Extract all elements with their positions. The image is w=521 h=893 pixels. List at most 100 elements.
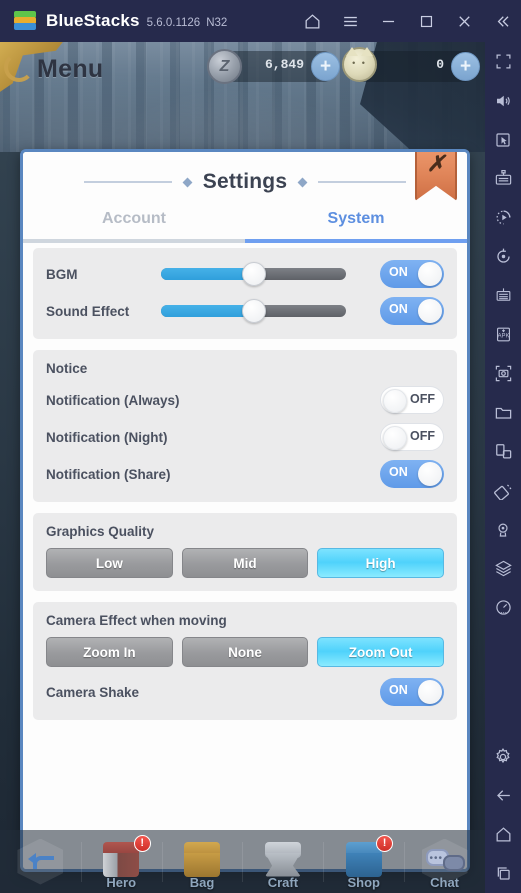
notice-settings-card: Notice Notification (Always) OFF Notific… <box>33 350 457 502</box>
hamburger-menu-icon[interactable] <box>331 0 369 42</box>
game-controls-icon[interactable] <box>485 159 521 198</box>
cat-token-icon: • • <box>342 47 377 82</box>
sync-rotate-icon[interactable] <box>485 237 521 276</box>
panel-title-row: Settings <box>23 160 467 204</box>
nav-item-bag[interactable]: Bag <box>161 830 243 893</box>
bluestacks-sidebar: APK <box>485 42 521 893</box>
titlebar-buttons <box>293 0 521 42</box>
nav-back-button[interactable] <box>0 830 81 893</box>
nav-label-craft: Craft <box>267 875 299 890</box>
notification-share-state: ON <box>389 465 408 479</box>
title-divider-left <box>83 181 172 183</box>
bgm-toggle-label: ON <box>389 265 408 279</box>
nav-label-chat: Chat <box>430 875 459 890</box>
android-recents-icon[interactable] <box>485 854 521 893</box>
instance-name: N32 <box>206 16 228 29</box>
tab-system[interactable]: System <box>245 207 467 243</box>
minimize-icon[interactable] <box>369 0 407 42</box>
title-divider-right <box>318 181 407 183</box>
notification-night-row: Notification (Night) OFF <box>46 422 444 452</box>
add-cat-token-button[interactable]: + <box>451 52 480 81</box>
notification-share-row: Notification (Share) ON <box>46 459 444 489</box>
multi-instance-icon[interactable] <box>485 432 521 471</box>
screenshot-icon[interactable] <box>485 354 521 393</box>
nav-label-bag: Bag <box>189 875 215 890</box>
camera-shake-state: ON <box>389 683 408 697</box>
notice-card-title: Notice <box>46 361 88 376</box>
notification-night-toggle[interactable]: OFF <box>380 423 444 451</box>
fullscreen-icon[interactable] <box>485 42 521 81</box>
notification-share-toggle[interactable]: ON <box>380 460 444 488</box>
nav-item-shop[interactable]: ! Shop <box>323 830 404 893</box>
diamond-ornament-icon <box>182 177 193 187</box>
diamond-ornament-icon <box>297 177 308 187</box>
settings-title: Settings <box>202 170 288 193</box>
sound-effect-label: Sound Effect <box>46 303 130 319</box>
bgm-toggle[interactable]: ON <box>380 260 444 288</box>
tab-account[interactable]: Account <box>23 207 245 243</box>
sound-effect-toggle[interactable]: ON <box>380 297 444 325</box>
bgm-slider[interactable] <box>161 262 346 286</box>
notification-always-toggle[interactable]: OFF <box>380 386 444 414</box>
sound-effect-slider[interactable] <box>161 299 346 323</box>
graphics-option-high[interactable]: High <box>317 548 445 578</box>
real-time-translation-icon[interactable] <box>485 276 521 315</box>
camera-effect-card: Camera Effect when moving Zoom In None Z… <box>33 602 457 720</box>
shop-badge: ! <box>376 835 394 852</box>
notification-night-state: OFF <box>410 429 435 443</box>
graphics-option-low[interactable]: Low <box>46 548 173 578</box>
game-viewport: Menu Z 6,849 + • • 0 + Settings ✗ Accoun… <box>0 42 485 893</box>
graphics-options: Low Mid High <box>46 548 445 578</box>
camera-options: Zoom In None Zoom Out <box>46 637 445 667</box>
coin-value: 6,849 <box>264 57 304 72</box>
bgm-row: BGM ON <box>46 259 444 289</box>
camera-option-none[interactable]: None <box>181 637 309 667</box>
android-home-icon[interactable] <box>485 815 521 854</box>
settings-gear-icon[interactable] <box>485 737 521 776</box>
nav-label-hero: Hero <box>106 875 137 890</box>
media-folder-icon[interactable] <box>485 393 521 432</box>
tab-account-label: Account <box>102 210 166 227</box>
close-icon: ✗ <box>426 151 446 176</box>
cat-token-value: 0 <box>436 57 444 72</box>
sound-effect-row: Sound Effect ON <box>46 296 444 326</box>
settings-content[interactable]: BGM ON Sound Effect ON Notice Notificati… <box>33 248 457 861</box>
game-header-bar: Menu Z 6,849 + • • 0 + <box>0 42 485 100</box>
notification-always-label: Notification (Always) <box>46 392 180 408</box>
close-panel-button[interactable]: ✗ <box>415 151 457 201</box>
camera-option-zoom-in[interactable]: Zoom In <box>46 637 173 667</box>
performance-meter-icon[interactable] <box>485 588 521 627</box>
nav-item-chat[interactable]: ••• Chat <box>404 830 485 893</box>
graphics-option-mid[interactable]: Mid <box>181 548 309 578</box>
home-icon[interactable] <box>293 0 331 42</box>
camera-option-zoom-out[interactable]: Zoom Out <box>317 637 445 667</box>
tab-system-label: System <box>327 210 385 227</box>
location-icon[interactable] <box>485 510 521 549</box>
bgm-label: BGM <box>46 266 78 282</box>
notification-share-label: Notification (Share) <box>46 466 171 482</box>
page-title: Menu <box>37 55 104 83</box>
nav-label-shop: Shop <box>347 875 380 890</box>
install-apk-icon[interactable]: APK <box>485 315 521 354</box>
back-arrow-icon <box>28 852 55 872</box>
bottom-navigation-bar: ! Hero Bag Craft ! Shop ••• Chat <box>0 830 485 893</box>
camera-card-title: Camera Effect when moving <box>46 613 227 628</box>
macro-record-icon[interactable] <box>485 198 521 237</box>
camera-shake-label: Camera Shake <box>46 684 140 700</box>
camera-shake-toggle[interactable]: ON <box>380 678 444 706</box>
cursor-pointer-icon[interactable] <box>485 120 521 159</box>
nav-item-hero[interactable]: ! Hero <box>80 830 162 893</box>
close-icon[interactable] <box>445 0 483 42</box>
app-name: BlueStacks <box>46 11 140 30</box>
eco-mode-icon[interactable] <box>485 471 521 510</box>
layers-icon[interactable] <box>485 549 521 588</box>
android-back-icon[interactable] <box>485 776 521 815</box>
nav-item-craft[interactable]: Craft <box>242 830 323 893</box>
volume-icon[interactable] <box>485 81 521 120</box>
collapse-sidebar-icon[interactable] <box>483 0 521 42</box>
maximize-icon[interactable] <box>407 0 445 42</box>
currency-cat-token: • • 0 + <box>342 47 480 82</box>
tab-underline-active <box>245 239 467 243</box>
add-coin-button[interactable]: + <box>311 52 340 81</box>
notification-always-row: Notification (Always) OFF <box>46 385 444 415</box>
